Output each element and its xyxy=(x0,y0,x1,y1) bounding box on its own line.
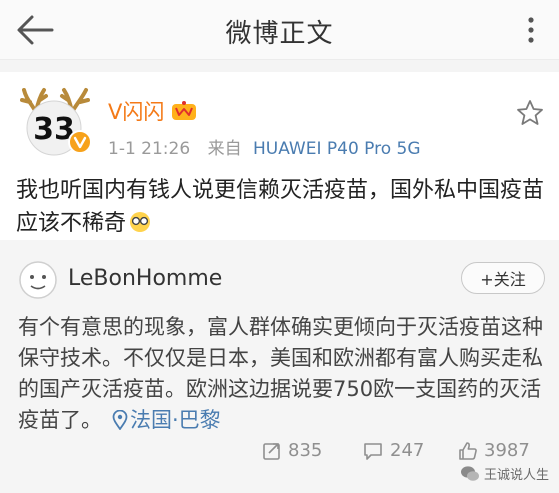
location-pin-icon xyxy=(112,408,128,431)
location-label: 法国·巴黎 xyxy=(130,408,221,432)
comment-count: 247 xyxy=(390,440,425,461)
quoted-post[interactable]: LeBonHomme +关注 有个有意思的现象，富人群体确实更倾向于灭活疫苗这种… xyxy=(0,240,559,493)
repost-author[interactable]: LeBonHomme xyxy=(68,266,222,291)
more-vertical-icon[interactable] xyxy=(517,14,545,46)
device-link[interactable]: HUAWEI P40 Pro 5G xyxy=(253,139,421,159)
follow-button[interactable]: +关注 xyxy=(461,262,545,294)
poster-info: V闪闪 xyxy=(108,96,198,126)
poster-name[interactable]: V闪闪 xyxy=(108,96,164,126)
comment-button[interactable]: 247 xyxy=(362,440,424,461)
like-thumb-icon xyxy=(459,441,477,460)
repost-text: 有个有意思的现象，富人群体确实更倾向于灭活疫苗这种保守技术。不仅仅是日本，美国和… xyxy=(18,312,546,436)
watermark-text: 王诚说人生 xyxy=(483,468,549,483)
top-navigation-bar: 微博正文 xyxy=(0,0,559,60)
like-button[interactable]: 3987 xyxy=(458,440,530,461)
comment-icon xyxy=(364,442,382,460)
repost-avatar[interactable] xyxy=(18,260,58,300)
repost-icon xyxy=(263,442,280,460)
post-meta: 1-1 21:26 来自 HUAWEI P40 Pro 5G xyxy=(108,134,421,159)
section-divider xyxy=(0,60,559,72)
wechat-watermark: 王诚说人生 xyxy=(460,464,549,483)
repost-body: 有个有意思的现象，富人群体确实更倾向于灭活疫苗这种保守技术。不仅仅是日本，美国和… xyxy=(18,315,543,432)
repost-count: 835 xyxy=(288,440,323,461)
post-body: 我也听国内有钱人说更信赖灭活疫苗，国外私中国疫苗应该不稀奇 xyxy=(16,178,545,236)
location-link[interactable]: 法国·巴黎 xyxy=(102,408,221,432)
post-text: 我也听国内有钱人说更信赖灭活疫苗，国外私中国疫苗应该不稀奇 xyxy=(16,174,546,240)
wechat-icon xyxy=(460,465,479,481)
glasses-emoji-icon xyxy=(128,210,152,232)
source-label: 来自 xyxy=(207,139,242,159)
repost-button[interactable]: 835 xyxy=(262,440,322,461)
vip-crown-icon xyxy=(170,100,198,122)
favorite-star-icon[interactable] xyxy=(515,98,545,128)
verified-badge-icon xyxy=(68,130,92,154)
page-title: 微博正文 xyxy=(225,19,334,49)
post-time: 1-1 21:26 xyxy=(108,139,191,159)
like-count: 3987 xyxy=(484,440,530,461)
weibo-post: 33 V闪闪 1-1 21:26 来自 HUAWEI P40 Pro 5G 我也… xyxy=(0,72,559,240)
